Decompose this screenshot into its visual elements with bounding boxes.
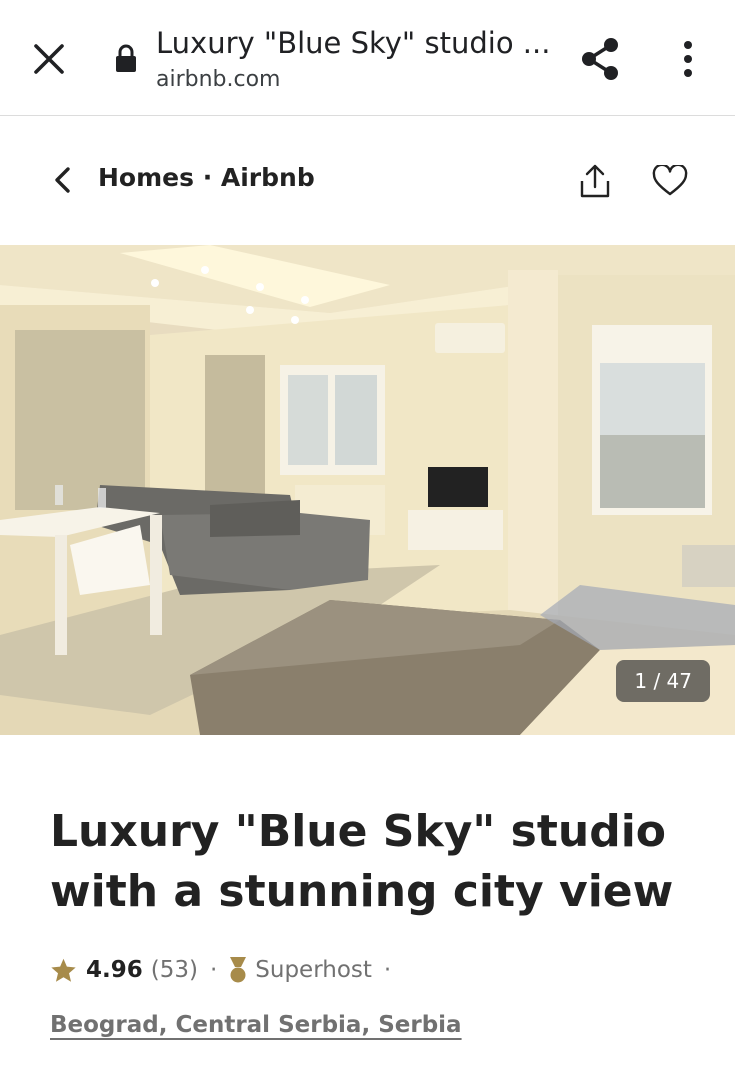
separator-dot: · xyxy=(383,957,392,983)
review-count[interactable]: (53) xyxy=(151,957,198,983)
separator-dot: · xyxy=(209,957,218,983)
rating-value: 4.96 xyxy=(86,957,143,983)
browser-toolbar: Luxury "Blue Sky" studio ... airbnb.com xyxy=(0,0,735,116)
listing-meta: 4.96 (53) · Superhost · xyxy=(50,952,403,988)
listing-title: Luxury "Blue Sky" studio with a stunning… xyxy=(50,806,674,917)
chevron-left-icon[interactable] xyxy=(48,165,78,195)
superhost-medal-icon xyxy=(230,957,247,983)
share-icon[interactable] xyxy=(578,36,622,82)
more-vert-icon[interactable] xyxy=(672,38,704,80)
superhost-badge: Superhost xyxy=(255,957,372,983)
listing-header: Homes · Airbnb xyxy=(0,117,735,245)
breadcrumb[interactable]: Homes · Airbnb xyxy=(98,163,315,192)
lock-icon xyxy=(116,44,136,72)
star-icon xyxy=(51,958,76,982)
browser-url[interactable]: airbnb.com xyxy=(156,67,281,92)
heart-icon[interactable] xyxy=(652,165,688,197)
browser-page-title: Luxury "Blue Sky" studio ... xyxy=(156,26,551,60)
upload-icon[interactable] xyxy=(578,163,612,199)
photo-counter: 1 / 47 xyxy=(616,660,710,702)
location-link[interactable]: Beograd, Central Serbia, Serbia xyxy=(50,1012,462,1038)
listing-photo[interactable]: 1 / 47 xyxy=(0,245,735,735)
close-icon[interactable] xyxy=(28,38,70,80)
